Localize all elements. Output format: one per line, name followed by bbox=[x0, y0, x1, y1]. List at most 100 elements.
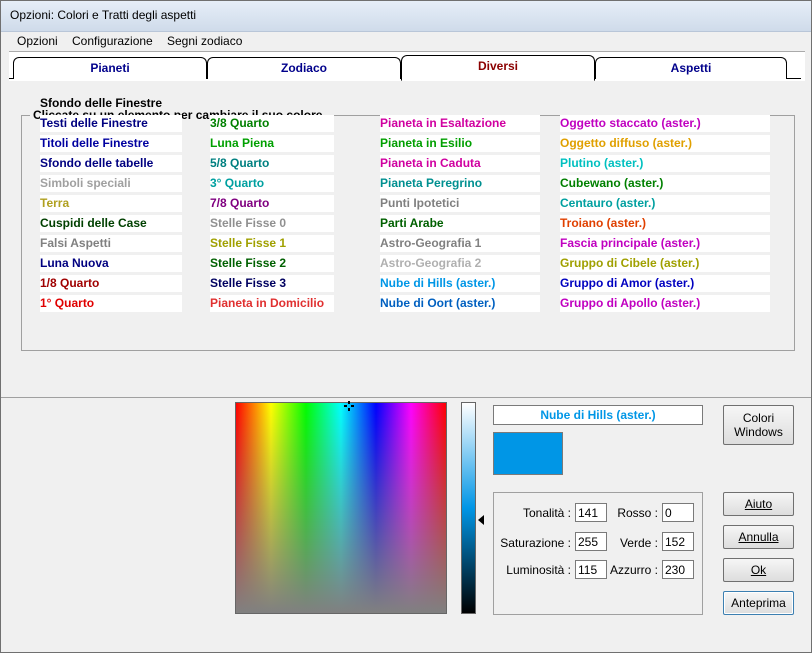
color-option-label: Nube di Hills (aster.) bbox=[380, 276, 496, 290]
color-option[interactable]: Stelle Fisse 2 bbox=[210, 255, 334, 272]
color-option[interactable]: Luna Piena bbox=[210, 135, 334, 152]
tab-pianeti[interactable]: Pianeti bbox=[13, 57, 207, 79]
color-option[interactable]: Fascia principale (aster.) bbox=[560, 235, 770, 252]
color-option-label: Luna Nuova bbox=[40, 256, 109, 270]
tonalita-input[interactable] bbox=[575, 503, 607, 522]
color-option-label: Gruppo di Cibele (aster.) bbox=[560, 256, 700, 270]
color-spectrum[interactable] bbox=[235, 401, 447, 614]
color-values-box: Tonalità : Saturazione : Luminosità : Ro… bbox=[493, 492, 703, 615]
color-option[interactable]: 1/8 Quarto bbox=[40, 275, 182, 292]
color-option[interactable]: Terra bbox=[40, 195, 182, 212]
color-option[interactable]: Pianeta Peregrino bbox=[380, 175, 540, 192]
color-option-label: Stelle Fisse 0 bbox=[210, 216, 287, 230]
menu-segni-zodiaco[interactable]: Segni zodiaco bbox=[167, 34, 242, 48]
tab-panel-diversi: Cliccate su un elemento per cambiare il … bbox=[9, 81, 805, 396]
color-option[interactable]: Simboli speciali bbox=[40, 175, 182, 192]
color-option[interactable]: Titoli delle Finestre bbox=[40, 135, 182, 152]
color-option[interactable]: Pianeta in Esilio bbox=[380, 135, 540, 152]
color-option-label: Pianeta in Domicilio bbox=[210, 296, 325, 310]
color-option[interactable]: Cubewano (aster.) bbox=[560, 175, 770, 192]
rosso-input[interactable] bbox=[662, 503, 694, 522]
color-option-label: Troiano (aster.) bbox=[560, 216, 647, 230]
color-option-label: Stelle Fisse 3 bbox=[210, 276, 287, 290]
luminosity-bar[interactable] bbox=[461, 402, 476, 614]
annulla-button[interactable]: Annulla bbox=[723, 525, 794, 549]
color-option-label: Astro-Geografia 1 bbox=[380, 236, 482, 250]
color-option[interactable]: Sfondo delle tabelle bbox=[40, 155, 182, 172]
color-option-label: 3° Quarto bbox=[210, 176, 265, 190]
luminosity-arrow-icon[interactable] bbox=[478, 515, 484, 525]
color-option-label: Oggetto diffuso (aster.) bbox=[560, 136, 692, 150]
color-option[interactable]: Oggetto diffuso (aster.) bbox=[560, 135, 770, 152]
color-option[interactable]: 3° Quarto bbox=[210, 175, 334, 192]
color-option-label: Sfondo delle tabelle bbox=[40, 156, 154, 170]
menu-configurazione[interactable]: Configurazione bbox=[72, 34, 153, 48]
verde-input[interactable] bbox=[662, 532, 694, 551]
color-option[interactable]: Testi delle Finestre bbox=[40, 115, 182, 132]
color-option-label: 7/8 Quarto bbox=[210, 196, 270, 210]
colori-windows-button[interactable]: Colori Windows bbox=[723, 405, 794, 445]
aiuto-button[interactable]: Aiuto bbox=[723, 492, 794, 516]
color-option-label: Fascia principale (aster.) bbox=[560, 236, 701, 250]
rosso-label: Rosso : bbox=[617, 506, 658, 520]
color-option-label: Astro-Geografia 2 bbox=[380, 256, 482, 270]
color-option-label: 1/8 Quarto bbox=[40, 276, 100, 290]
color-element-group: Cliccate su un elemento per cambiare il … bbox=[21, 96, 795, 351]
color-option[interactable]: Gruppo di Apollo (aster.) bbox=[560, 295, 770, 312]
color-option[interactable]: Parti Arabe bbox=[380, 215, 540, 232]
color-option[interactable]: Troiano (aster.) bbox=[560, 215, 770, 232]
tab-diversi[interactable]: Diversi bbox=[401, 55, 595, 81]
color-option[interactable]: Nube di Oort (aster.) bbox=[380, 295, 540, 312]
color-option-label: Pianeta Peregrino bbox=[380, 176, 483, 190]
color-option-label: Centauro (aster.) bbox=[560, 196, 656, 210]
color-option[interactable]: Pianeta in Caduta bbox=[380, 155, 540, 172]
color-option[interactable]: Falsi Aspetti bbox=[40, 235, 182, 252]
color-option[interactable]: Astro-Geografia 2 bbox=[380, 255, 540, 272]
options-dialog: Opzioni: Colori e Tratti degli aspetti O… bbox=[0, 0, 812, 653]
color-option-label: Pianeta in Caduta bbox=[380, 156, 481, 170]
color-option-label: Titoli delle Finestre bbox=[40, 136, 150, 150]
saturazione-label: Saturazione : bbox=[500, 536, 571, 550]
tab-aspetti[interactable]: Aspetti bbox=[595, 57, 787, 79]
color-option[interactable]: Gruppo di Cibele (aster.) bbox=[560, 255, 770, 272]
color-option[interactable]: Stelle Fisse 3 bbox=[210, 275, 334, 292]
color-option-label: 1° Quarto bbox=[40, 296, 95, 310]
saturazione-input[interactable] bbox=[575, 532, 607, 551]
color-option[interactable]: Oggetto staccato (aster.) bbox=[560, 115, 770, 132]
ok-button[interactable]: Ok bbox=[723, 558, 794, 582]
color-option-label: 5/8 Quarto bbox=[210, 156, 270, 170]
color-option[interactable]: Punti Ipotetici bbox=[380, 195, 540, 212]
color-option-label: Plutino (aster.) bbox=[560, 156, 644, 170]
azzurro-input[interactable] bbox=[662, 560, 694, 579]
color-option[interactable]: Gruppo di Amor (aster.) bbox=[560, 275, 770, 292]
color-option-label: Parti Arabe bbox=[380, 216, 444, 230]
color-option[interactable]: Pianeta in Esaltazione bbox=[380, 115, 540, 132]
color-option-label: Cuspidi delle Case bbox=[40, 216, 147, 230]
color-option[interactable]: Stelle Fisse 0 bbox=[210, 215, 334, 232]
selected-element-name: Nube di Hills (aster.) bbox=[493, 405, 703, 425]
tab-zodiaco[interactable]: Zodiaco bbox=[207, 57, 401, 79]
color-option[interactable]: Astro-Geografia 1 bbox=[380, 235, 540, 252]
color-option-label: Luna Piena bbox=[210, 136, 275, 150]
color-option-label: Falsi Aspetti bbox=[40, 236, 111, 250]
color-option[interactable]: Plutino (aster.) bbox=[560, 155, 770, 172]
luminosita-input[interactable] bbox=[575, 560, 607, 579]
color-option[interactable]: Luna Nuova bbox=[40, 255, 182, 272]
color-option[interactable]: 7/8 Quarto bbox=[210, 195, 334, 212]
color-option-label: Pianeta in Esaltazione bbox=[380, 116, 507, 130]
color-option-label: Punti Ipotetici bbox=[380, 196, 460, 210]
color-option[interactable]: Sfondo delle Finestre bbox=[40, 95, 340, 112]
color-option[interactable]: Stelle Fisse 1 bbox=[210, 235, 334, 252]
color-option[interactable]: Pianeta in Domicilio bbox=[210, 295, 334, 312]
color-option[interactable]: Nube di Hills (aster.) bbox=[380, 275, 540, 292]
menu-opzioni[interactable]: Opzioni bbox=[17, 34, 58, 48]
color-option[interactable]: Cuspidi delle Case bbox=[40, 215, 182, 232]
color-option[interactable]: Centauro (aster.) bbox=[560, 195, 770, 212]
color-option[interactable]: 3/8 Quarto bbox=[210, 115, 334, 132]
color-option[interactable]: 1° Quarto bbox=[40, 295, 182, 312]
anteprima-button[interactable]: Anteprima bbox=[723, 591, 794, 615]
color-option-label: Sfondo delle Finestre bbox=[40, 96, 163, 110]
verde-label: Verde : bbox=[619, 536, 658, 550]
color-option[interactable]: 5/8 Quarto bbox=[210, 155, 334, 172]
crosshair-marker[interactable] bbox=[344, 401, 354, 411]
